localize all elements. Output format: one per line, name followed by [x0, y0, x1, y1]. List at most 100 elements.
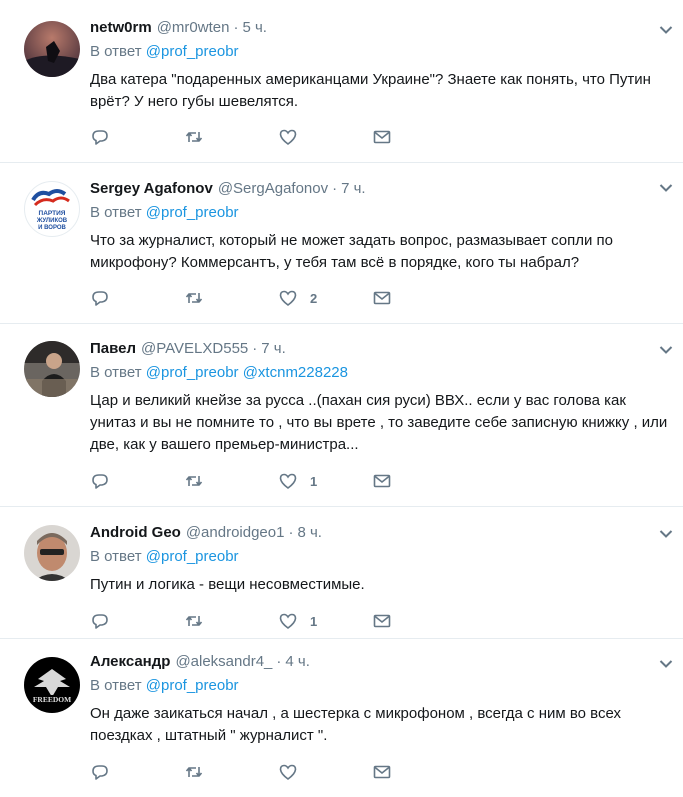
- separator-dot: ·: [233, 19, 239, 36]
- tweet-actions: 2: [90, 288, 683, 308]
- avatar-text: ЖУЛИКОВ: [36, 218, 68, 224]
- avatar[interactable]: FREEDOM: [24, 657, 80, 713]
- mention-link[interactable]: @prof_preobr: [146, 43, 239, 60]
- like-icon: [279, 613, 297, 629]
- avatar[interactable]: [24, 525, 80, 581]
- user-handle[interactable]: @SergAgafonov: [218, 180, 328, 197]
- avatar[interactable]: ПАРТИЯ ЖУЛИКОВ И ВОРОВ: [24, 181, 80, 237]
- avatar-text: ПАРТИЯ: [39, 210, 66, 217]
- mention-link[interactable]: @prof_preobr: [146, 364, 239, 381]
- like-count: 1: [310, 613, 318, 629]
- separator-dot: ·: [288, 524, 294, 541]
- direct-message-button[interactable]: [372, 611, 466, 631]
- direct-message-button[interactable]: [372, 288, 466, 308]
- reply-context: В ответ @prof_preobr @xtcnm228228: [90, 364, 683, 381]
- reply-icon: [92, 130, 108, 145]
- reply-button[interactable]: [90, 762, 184, 782]
- timestamp[interactable]: 8 ч.: [297, 524, 322, 541]
- timestamp[interactable]: 4 ч.: [285, 653, 310, 670]
- reply-prefix: В ответ: [90, 204, 142, 221]
- reply-icon: [92, 291, 108, 306]
- tweet[interactable]: ПАРТИЯ ЖУЛИКОВ И ВОРОВ Sergey Agafonov @…: [0, 163, 683, 324]
- reply-prefix: В ответ: [90, 548, 142, 565]
- message-icon: [373, 614, 391, 628]
- mention-link[interactable]: @xtcnm228228: [243, 364, 348, 381]
- display-name[interactable]: Android Geo: [90, 524, 181, 541]
- timestamp[interactable]: 5 ч.: [242, 19, 267, 36]
- reply-button[interactable]: [90, 611, 184, 631]
- like-icon: [279, 129, 297, 145]
- user-handle[interactable]: @androidgeo1: [186, 524, 285, 541]
- mention-link[interactable]: @prof_preobr: [146, 204, 239, 221]
- retweet-icon: [185, 616, 203, 626]
- avatar[interactable]: [24, 21, 80, 77]
- direct-message-button[interactable]: [372, 127, 466, 147]
- chevron-down-icon[interactable]: [659, 529, 673, 539]
- display-name[interactable]: Александр: [90, 653, 170, 670]
- like-button[interactable]: 1: [278, 611, 372, 631]
- separator-dot: ·: [276, 653, 282, 670]
- like-icon: [279, 764, 297, 780]
- like-count: 2: [310, 290, 318, 306]
- reply-button[interactable]: [90, 127, 184, 147]
- retweet-button[interactable]: [184, 611, 278, 631]
- retweet-icon: [185, 293, 203, 303]
- display-name[interactable]: Sergey Agafonov: [90, 180, 213, 197]
- tweet-text: Два катера "подаренных американцами Укра…: [90, 71, 651, 110]
- reply-context: В ответ @prof_preobr: [90, 204, 683, 221]
- tweet-text: Что за журналист, который не может задат…: [90, 232, 614, 271]
- message-icon: [373, 474, 391, 488]
- reply-prefix: В ответ: [90, 364, 142, 381]
- reply-icon: [92, 474, 108, 489]
- like-button[interactable]: [278, 762, 372, 782]
- user-handle[interactable]: @mr0wten: [157, 19, 230, 36]
- reply-feed: netw0rm @mr0wten · 5 ч. В ответ @prof_pr…: [0, 0, 683, 797]
- message-icon: [373, 291, 391, 305]
- retweet-button[interactable]: [184, 762, 278, 782]
- like-button[interactable]: 1: [278, 471, 372, 491]
- like-icon: [279, 473, 297, 489]
- reply-icon: [92, 765, 108, 780]
- reply-button[interactable]: [90, 288, 184, 308]
- direct-message-button[interactable]: [372, 471, 466, 491]
- retweet-button[interactable]: [184, 127, 278, 147]
- tweet-actions: 1: [90, 611, 683, 631]
- avatar-text: FREEDOM: [33, 695, 71, 704]
- tweet-text: Он даже заикаться начал , а шестерка с м…: [90, 705, 621, 744]
- tweet-actions: 1: [90, 471, 683, 491]
- separator-dot: ·: [332, 180, 338, 197]
- like-button[interactable]: 2: [278, 288, 372, 308]
- avatar[interactable]: [24, 341, 80, 397]
- display-name[interactable]: Павел: [90, 340, 136, 357]
- direct-message-button[interactable]: [372, 762, 466, 782]
- chevron-down-icon[interactable]: [659, 345, 673, 355]
- message-icon: [373, 130, 391, 144]
- tweet-text: Цар и великий кнейзе за русса ..(пахан с…: [90, 392, 668, 453]
- reply-context: В ответ @prof_preobr: [90, 548, 683, 565]
- reply-prefix: В ответ: [90, 677, 142, 694]
- user-handle[interactable]: @PAVELXD555: [141, 340, 248, 357]
- avatar-text: И ВОРОВ: [38, 225, 66, 231]
- chevron-down-icon[interactable]: [659, 659, 673, 669]
- like-button[interactable]: [278, 127, 372, 147]
- mention-link[interactable]: @prof_preobr: [146, 677, 239, 694]
- tweet[interactable]: FREEDOM Александр @aleksandr4_ · 4 ч. В …: [0, 639, 683, 797]
- message-icon: [373, 765, 391, 779]
- user-handle[interactable]: @aleksandr4_: [175, 653, 272, 670]
- timestamp[interactable]: 7 ч.: [341, 180, 366, 197]
- retweet-button[interactable]: [184, 288, 278, 308]
- retweet-icon: [185, 476, 203, 486]
- tweet[interactable]: Павел @PAVELXD555 · 7 ч. В ответ @prof_p…: [0, 324, 683, 507]
- like-count: 1: [310, 473, 318, 489]
- chevron-down-icon[interactable]: [659, 25, 673, 35]
- display-name[interactable]: netw0rm: [90, 19, 152, 36]
- retweet-button[interactable]: [184, 471, 278, 491]
- tweet-text: Путин и логика - вещи несовместимые.: [90, 576, 365, 593]
- retweet-icon: [185, 132, 203, 142]
- timestamp[interactable]: 7 ч.: [261, 340, 286, 357]
- tweet[interactable]: Android Geo @androidgeo1 · 8 ч. В ответ …: [0, 507, 683, 639]
- mention-link[interactable]: @prof_preobr: [146, 548, 239, 565]
- chevron-down-icon[interactable]: [659, 183, 673, 193]
- tweet[interactable]: netw0rm @mr0wten · 5 ч. В ответ @prof_pr…: [0, 0, 683, 163]
- reply-button[interactable]: [90, 471, 184, 491]
